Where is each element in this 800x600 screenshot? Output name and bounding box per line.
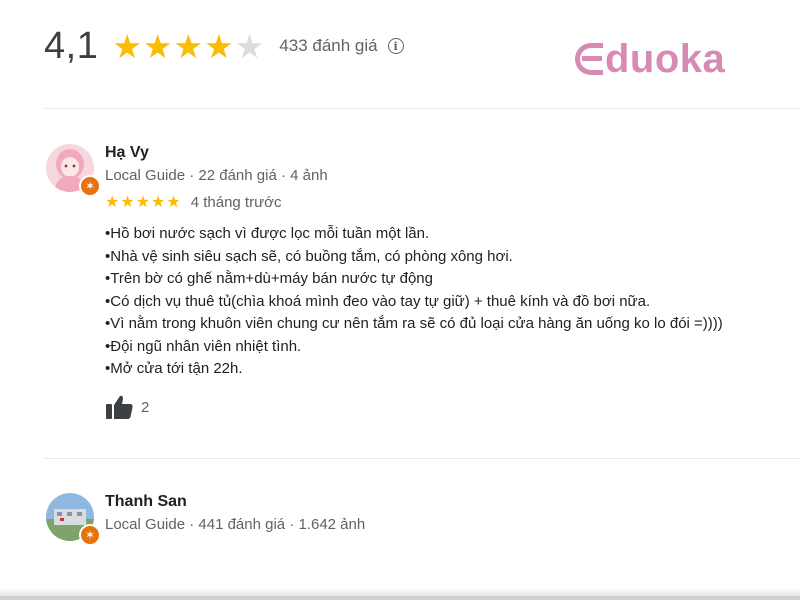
divider (44, 108, 800, 109)
star-icon: ★ (151, 193, 166, 211)
reviewer-meta: Local Guide · 441 đánh giá · 1.642 ảnh (105, 516, 366, 533)
star-icon: ★ (120, 193, 135, 211)
brand-text: duoka (605, 36, 726, 81)
rating-summary: 4,1 ★ ★ ★ ★ ★ 433 đánh giá i (44, 24, 404, 68)
star-icon: ★ (173, 27, 204, 65)
star-icon: ★ (166, 193, 181, 211)
review-count[interactable]: 433 đánh giá (279, 36, 377, 56)
review-line: •Nhà vệ sinh siêu sạch sẽ, có buồng tắm,… (105, 247, 513, 265)
review-text: •Hồ bơi nước sạch vì được lọc mỗi tuần m… (105, 223, 723, 381)
star-icon: ★ (204, 27, 234, 65)
review-line: •Mở cửa tới tận 22h. (105, 360, 243, 377)
bottom-edge (0, 596, 800, 600)
reviewer-name[interactable]: Hạ Vy (105, 144, 149, 162)
brand-logo: duoka (573, 34, 725, 84)
avatar[interactable]: ✶ (46, 144, 101, 197)
review-line: •Hồ bơi nước sạch vì được lọc mỗi tuần m… (105, 225, 430, 242)
like-count: 2 (141, 398, 150, 416)
brand-e-icon (573, 43, 603, 75)
average-rating: 4,1 (44, 24, 99, 67)
local-guide-badge-icon: ✶ (79, 175, 101, 197)
info-icon[interactable]: i (387, 38, 404, 54)
star-icon: ★ (135, 193, 151, 211)
average-stars: ★ ★ ★ ★ ★ (112, 30, 265, 63)
review-rating: ★ ★ ★ ★ ★ 4 tháng trước (105, 194, 281, 211)
star-icon: ★ (105, 193, 120, 211)
star-icon: ★ (142, 27, 173, 65)
divider (44, 458, 800, 459)
star-empty-icon: ★ (234, 27, 265, 65)
local-guide-badge-icon: ✶ (79, 524, 101, 546)
review-line: •Có dịch vụ thuê tủ(chìa khoá mình đeo v… (105, 292, 651, 310)
thumbs-up-icon (106, 395, 133, 419)
review-date: 4 tháng trước (190, 194, 282, 211)
star-icon: ★ (112, 27, 142, 65)
review-line: •Trên bờ có ghế nằm+dù+máy bán nước tự đ… (105, 270, 433, 287)
reviewer-meta: Local Guide · 22 đánh giá · 4 ảnh (105, 167, 328, 184)
scroll-fade (44, 544, 800, 556)
review-line: •Đội ngũ nhân viên nhiệt tình. (105, 337, 302, 355)
like-button[interactable]: 2 (105, 394, 149, 420)
reviewer-name[interactable]: Thanh San (105, 493, 187, 511)
review-line: •Vì nằm trong khuôn viên chung cư nên tắ… (105, 315, 723, 332)
avatar[interactable]: ✶ (46, 493, 101, 546)
